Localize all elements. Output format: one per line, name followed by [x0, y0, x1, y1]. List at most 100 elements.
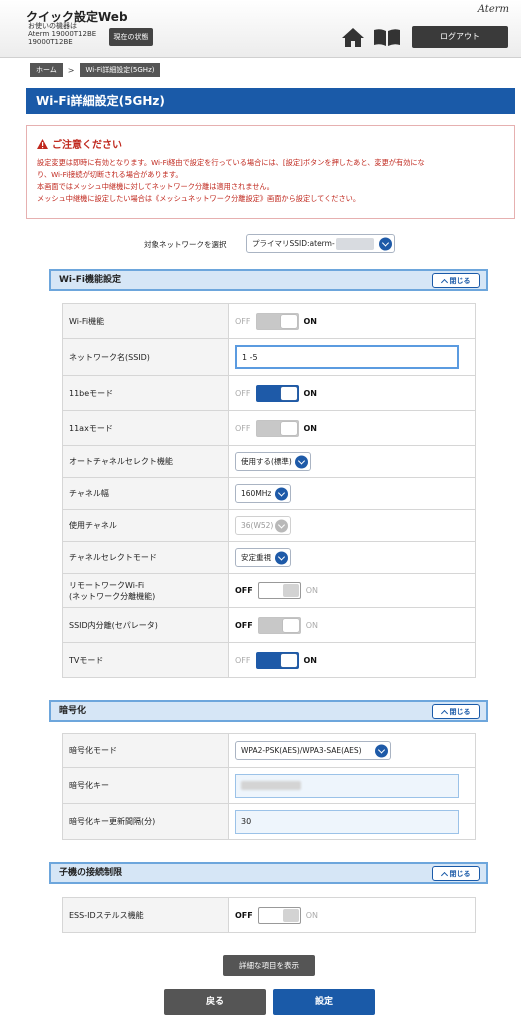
ssid-value: 1 -5: [242, 352, 258, 362]
brand-logo: Aterm: [477, 4, 509, 15]
breadcrumb-current: Wi-Fi詳細設定(5GHz): [79, 63, 161, 77]
toggle-off-label: OFF: [235, 316, 251, 326]
row-key-interval: 暗号化キー更新間隔(分) 30: [62, 803, 476, 840]
row-encryption-key: 暗号化キー: [62, 767, 476, 804]
status-button[interactable]: 現在の状態: [109, 28, 153, 46]
client-section-title: 子機の接続制限: [59, 868, 123, 878]
breadcrumb-separator: >: [67, 65, 75, 75]
row-11ax: 11axモード OFF ON: [62, 410, 476, 446]
toggle-on-label: ON: [303, 655, 318, 665]
toggle-off-label: OFF: [235, 388, 251, 398]
chevron-down-icon: [295, 455, 308, 468]
row-label: TVモード: [62, 642, 229, 678]
tv-mode-toggle[interactable]: [255, 651, 299, 669]
chevron-up-icon: [440, 871, 448, 879]
wifi-settings-table: Wi-Fi機能 OFF ON ネットワーク名(SSID) 1 -5 11beモー…: [62, 303, 476, 678]
channel-width-select[interactable]: 160MHz: [235, 484, 291, 503]
11ax-toggle[interactable]: [255, 419, 299, 437]
row-label: 11axモード: [62, 410, 229, 446]
close-label: 閉じる: [449, 869, 471, 878]
row-11be: 11beモード OFF ON: [62, 375, 476, 411]
chevron-up-icon: [440, 278, 448, 286]
row-channel-width: チャネル幅 160MHz: [62, 477, 476, 510]
toggle-off-label: OFF: [235, 655, 251, 665]
toggle-off-label: OFF: [235, 586, 253, 595]
ssid-separator-toggle[interactable]: [257, 616, 301, 634]
row-label: リモートワークWi-Fi (ネットワーク分離機能): [62, 573, 229, 608]
row-used-channel: 使用チャネル 36(W52): [62, 509, 476, 542]
notice-title-text: ご注意ください: [52, 140, 122, 151]
interval-value: 30: [241, 817, 252, 826]
auto-channel-select[interactable]: 使用する(標準): [235, 452, 311, 471]
wifi-section-title: Wi-Fi機能設定: [59, 275, 121, 285]
row-auto-channel: オートチャネルセレクト機能 使用する(標準): [62, 445, 476, 478]
close-label: 閉じる: [449, 707, 471, 716]
chevron-down-icon: [379, 237, 392, 250]
11be-toggle[interactable]: [255, 384, 299, 402]
breadcrumb: ホーム > Wi-Fi詳細設定(5GHz): [30, 63, 161, 77]
encryption-section-header: 暗号化 閉じる: [49, 700, 488, 722]
warning-icon: [37, 138, 48, 149]
client-section-header: 子機の接続制限 閉じる: [49, 862, 488, 884]
ess-stealth-toggle[interactable]: [257, 906, 301, 924]
encryption-key-input[interactable]: [235, 773, 459, 798]
row-channel-select-mode: チャネルセレクトモード 安定重視: [62, 541, 476, 574]
encryption-mode-select[interactable]: WPA2-PSK(AES)/WPA3-SAE(AES): [235, 741, 391, 760]
row-encryption-mode: 暗号化モード WPA2-PSK(AES)/WPA3-SAE(AES): [62, 733, 476, 768]
row-label: ESS-IDステルス機能: [62, 897, 229, 933]
row-ssid: ネットワーク名(SSID) 1 -5: [62, 338, 476, 376]
home-icon[interactable]: [341, 27, 365, 48]
chevron-down-icon: [275, 551, 288, 564]
network-select-value: プライマリSSID:aterm-: [252, 239, 335, 248]
row-label: チャネルセレクトモード: [62, 541, 229, 574]
back-button[interactable]: 戻る: [164, 989, 266, 1015]
client-section-close-button[interactable]: 閉じる: [432, 866, 480, 881]
notice-title: ご注意ください: [37, 136, 504, 151]
notice-line: 本画面ではメッシュ中継機に対してネットワーク分離は適用されません。: [37, 182, 274, 191]
select-value: 36(W52): [241, 521, 274, 530]
book-icon[interactable]: [373, 28, 401, 47]
encryption-section-title: 暗号化: [59, 706, 87, 716]
wifi-section-close-button[interactable]: 閉じる: [432, 273, 480, 288]
logout-button[interactable]: ログアウト: [412, 26, 508, 48]
encryption-table: 暗号化モード WPA2-PSK(AES)/WPA3-SAE(AES) 暗号化キー…: [62, 733, 476, 840]
select-value: 160MHz: [241, 489, 272, 498]
ssid-input[interactable]: 1 -5: [235, 345, 459, 369]
notice-line: 設定変更は即時に有効となります。Wi-Fi経由で設定を行っている場合には、[設定…: [37, 158, 425, 167]
row-ess-stealth: ESS-IDステルス機能 OFF ON: [62, 897, 476, 933]
masked-ssid: [336, 238, 374, 250]
chevron-up-icon: [440, 709, 448, 717]
show-details-button[interactable]: 詳細な項目を表示: [223, 955, 315, 976]
encryption-section-close-button[interactable]: 閉じる: [432, 704, 480, 719]
select-value: 安定重視: [241, 553, 271, 562]
notice-line: り、Wi-Fi接続が切断される場合があります。: [37, 170, 183, 179]
channel-select-mode-select[interactable]: 安定重視: [235, 548, 291, 567]
device-info: お使いの機器は Aterm 19000T12BE 19000T12BE: [28, 22, 97, 46]
header: クイック設定Web お使いの機器は Aterm 19000T12BE 19000…: [0, 0, 521, 58]
breadcrumb-home[interactable]: ホーム: [30, 63, 63, 77]
chevron-down-icon: [275, 519, 288, 532]
wifi-function-toggle[interactable]: [255, 312, 299, 330]
toggle-on-label: ON: [303, 388, 318, 398]
row-label: 11beモード: [62, 375, 229, 411]
network-select[interactable]: プライマリSSID:aterm-: [246, 234, 395, 253]
key-interval-input[interactable]: 30: [235, 809, 459, 834]
notice-box: ご注意ください 設定変更は即時に有効となります。Wi-Fi経由で設定を行っている…: [26, 125, 515, 219]
close-label: 閉じる: [449, 276, 471, 285]
apply-button[interactable]: 設定: [273, 989, 375, 1015]
row-label: 暗号化キー更新間隔(分): [62, 803, 229, 840]
chevron-down-icon: [375, 744, 388, 757]
remote-work-toggle[interactable]: [257, 582, 301, 599]
row-label: ネットワーク名(SSID): [62, 338, 229, 376]
row-label: 暗号化モード: [62, 733, 229, 768]
toggle-off-label: OFF: [235, 423, 251, 433]
row-tv-mode: TVモード OFF ON: [62, 642, 476, 678]
network-select-label: 対象ネットワークを選択: [144, 240, 227, 249]
masked-key: [241, 781, 301, 790]
row-label: Wi-Fi機能: [62, 303, 229, 339]
toggle-on-label: ON: [305, 586, 319, 595]
select-value: WPA2-PSK(AES)/WPA3-SAE(AES): [241, 746, 362, 755]
chevron-down-icon: [275, 487, 288, 500]
network-select-row: 対象ネットワークを選択 プライマリSSID:aterm-: [0, 234, 521, 254]
toggle-off-label: OFF: [235, 620, 253, 630]
